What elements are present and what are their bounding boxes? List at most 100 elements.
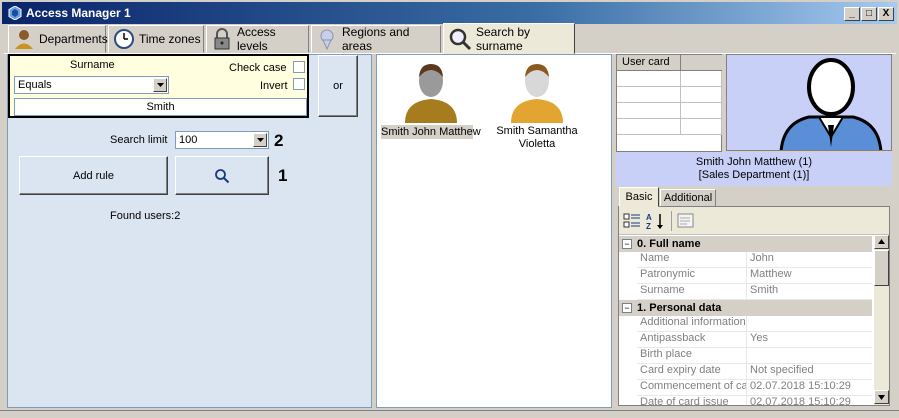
grid-cell (681, 87, 722, 103)
property-key: Additional information (637, 316, 747, 331)
grid-header-empty (681, 55, 722, 71)
scroll-up-icon[interactable] (874, 235, 889, 249)
magnifier-icon (449, 28, 472, 50)
list-item[interactable]: Smith John Matthew (381, 59, 481, 149)
collapse-icon[interactable]: − (622, 303, 632, 313)
result-name: Smith John Matthew (381, 125, 481, 139)
tab-access-levels[interactable]: Access levels (206, 25, 309, 53)
category-label: 0. Full name (637, 238, 701, 250)
property-row[interactable]: Date of card issue 02.07.2018 15:10:29 (637, 396, 872, 405)
found-users-label: Found users:2 (110, 210, 181, 222)
window-title: Access Manager 1 (26, 6, 131, 20)
property-value: 02.07.2018 15:10:29 (750, 380, 851, 392)
person-icon (15, 30, 33, 49)
property-row[interactable]: Name John (637, 252, 872, 268)
operator-select[interactable]: Equals (14, 76, 169, 94)
tab-label: Access levels (237, 25, 276, 53)
tab-time-zones[interactable]: Time zones (108, 25, 204, 53)
user-department: [Sales Department (1)] (698, 169, 810, 181)
user-photo (726, 54, 892, 151)
category-full-name[interactable]: − 0. Full name (619, 236, 872, 252)
scroll-thumb[interactable] (874, 250, 889, 286)
search-limit-label: Search limit (110, 134, 168, 146)
property-key: Antipassback (637, 332, 747, 347)
tab-regions-and-areas[interactable]: Regions and areas (311, 25, 441, 53)
property-row[interactable]: Birth place (637, 348, 872, 364)
list-item[interactable]: Smith Samantha Violetta (489, 59, 585, 155)
property-row[interactable]: Additional information (637, 316, 872, 332)
search-limit-value: 100 (179, 134, 198, 146)
property-value: Smith (750, 284, 779, 296)
property-key: Patronymic (637, 268, 747, 283)
clock-icon (114, 29, 134, 49)
grid-cell (617, 71, 681, 87)
map-pin-icon (320, 29, 334, 50)
operator-value: Equals (18, 79, 52, 91)
property-key: Commencement of car (637, 380, 747, 395)
tab-basic[interactable]: Basic (619, 187, 659, 207)
property-row[interactable]: Card expiry date Not specified (637, 364, 872, 380)
collapse-icon[interactable]: − (622, 239, 632, 249)
grid-cell (681, 71, 722, 87)
property-row[interactable]: Antipassback Yes (637, 332, 872, 348)
category-personal-data[interactable]: − 1. Personal data (619, 300, 872, 316)
chevron-down-icon[interactable] (153, 78, 167, 92)
category-label: 1. Personal data (637, 302, 722, 314)
grid-cell (617, 87, 681, 103)
close-button[interactable]: X (878, 7, 894, 21)
sort-alphabetical-icon[interactable]: AZ (645, 212, 665, 230)
search-icon (215, 168, 230, 183)
surname-value: Smith (146, 101, 175, 113)
app-icon (8, 6, 22, 20)
grid-cell (681, 119, 722, 135)
user-silhouette-icon (779, 58, 883, 150)
chevron-down-icon[interactable] (253, 133, 267, 147)
user-card-grid[interactable]: User card (616, 54, 722, 152)
scroll-down-icon[interactable] (874, 390, 889, 404)
user-card-header: User card (617, 55, 681, 71)
svg-text:Z: Z (646, 222, 651, 230)
search-limit-select[interactable]: 100 (175, 131, 269, 149)
property-key: Surname (637, 284, 747, 299)
user-name-area: Smith John Matthew (1) [Sales Department… (616, 152, 892, 186)
grid-cell (617, 119, 681, 135)
property-rows: − 0. Full name Name John Patronymic Matthe… (619, 235, 873, 405)
rule-field-label: Surname (70, 59, 115, 71)
check-case-label: Check case (229, 62, 287, 74)
results-list: Smith John Matthew Smith Samantha Violet… (376, 54, 612, 408)
add-rule-button[interactable]: Add rule (19, 156, 168, 195)
property-key: Birth place (637, 348, 747, 363)
invert-label: Invert (260, 80, 288, 92)
property-value (747, 348, 872, 363)
maximize-button[interactable]: □ (861, 7, 877, 21)
property-key: Date of card issue (637, 396, 747, 405)
check-case-checkbox[interactable] (293, 61, 305, 73)
property-row[interactable]: Commencement of car 02.07.2018 15:10:29 (637, 380, 872, 396)
tab-label: Departments (39, 32, 108, 46)
property-scrollbar[interactable] (874, 235, 889, 405)
search-button[interactable] (175, 156, 269, 195)
property-value: Not specified (750, 364, 814, 376)
minimize-button[interactable]: _ (844, 7, 860, 21)
property-row[interactable]: Surname Smith (637, 284, 872, 300)
property-row[interactable]: Patronymic Matthew (637, 268, 872, 284)
property-pages-icon[interactable] (677, 213, 695, 229)
or-button[interactable]: or (318, 55, 358, 117)
annotation-2: 2 (274, 131, 284, 150)
categorized-icon[interactable] (623, 212, 641, 230)
tab-departments[interactable]: Departments (8, 25, 108, 53)
tab-additional[interactable]: Additional (660, 189, 716, 207)
annotation-1: 1 (278, 166, 288, 185)
tab-label: Time zones (139, 32, 201, 46)
invert-checkbox[interactable] (293, 78, 305, 90)
svg-text:A: A (646, 213, 652, 222)
tab-search-by-surname[interactable]: Search by surname (443, 23, 575, 54)
toolbar-separator (671, 211, 672, 231)
title-bar[interactable]: Access Manager 1 _ □ X (0, 0, 899, 24)
padlock-icon (214, 28, 230, 50)
result-name: Smith Samantha Violetta (496, 125, 578, 150)
property-grid: AZ − 0. Full name Name John Patronymic Mat… (618, 206, 890, 406)
surname-value-input[interactable]: Smith (14, 98, 307, 116)
user-avatar-icon (511, 64, 563, 123)
search-rule: Surname Equals Check case Invert Smith (8, 54, 309, 118)
